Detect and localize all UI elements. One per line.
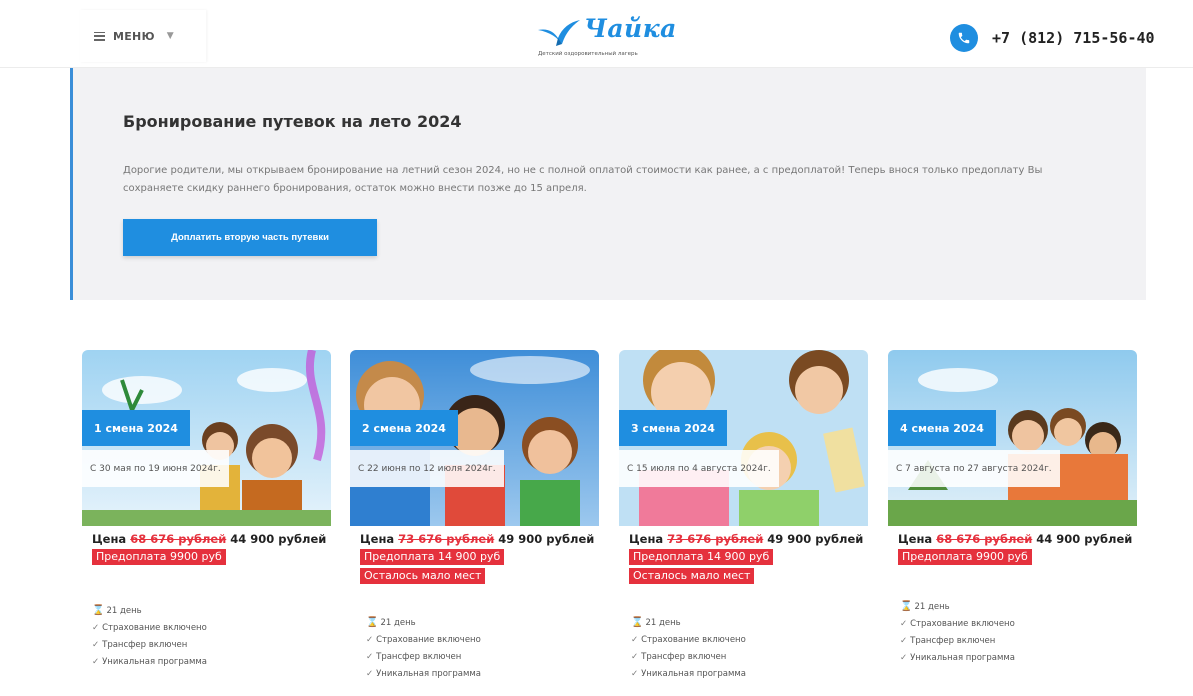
hourglass-icon: ⌛ bbox=[900, 601, 913, 612]
seagull-icon bbox=[538, 20, 580, 46]
old-price: 68 676 рублей bbox=[936, 532, 1033, 546]
new-price: 44 900 рублей bbox=[230, 532, 327, 546]
price-line: Цена 68 676 рублей 44 900 рублей bbox=[92, 532, 327, 546]
new-price: 49 900 рублей bbox=[498, 532, 595, 546]
phone-contact[interactable]: +7 (812) 715-56-40 bbox=[950, 24, 1155, 52]
feature-item: ✓ Страхование включено bbox=[366, 635, 481, 645]
shift-label: 3 смена 2024 bbox=[619, 410, 727, 446]
shift-label: 4 смена 2024 bbox=[888, 410, 996, 446]
check-icon: ✓ bbox=[900, 636, 908, 646]
prepayment-badge: Предоплата 9900 руб bbox=[898, 549, 1032, 565]
check-icon: ✓ bbox=[900, 653, 908, 663]
check-icon: ✓ bbox=[366, 669, 374, 679]
features-list: ⌛ 21 день ✓ Страхование включено ✓ Трансфер… bbox=[92, 602, 207, 671]
shift-dates: С 22 июня по 12 июля 2024г. bbox=[350, 450, 504, 487]
menu-button[interactable]: МЕНЮ ▼ bbox=[80, 10, 206, 62]
card-photo: 4 смена 2024 С 7 августа по 27 августа 2… bbox=[888, 350, 1137, 526]
hourglass-icon: ⌛ bbox=[631, 617, 644, 628]
check-icon: ✓ bbox=[631, 652, 639, 662]
phone-number[interactable]: +7 (812) 715-56-40 bbox=[992, 29, 1155, 47]
old-price: 73 676 рублей bbox=[398, 532, 495, 546]
shift-dates: С 7 августа по 27 августа 2024г. bbox=[888, 450, 1060, 487]
feature-item: ✓ Уникальная программа bbox=[366, 669, 482, 679]
feature-item: ✓ Страхование включено bbox=[900, 619, 1015, 629]
price-line: Цена 73 676 рублей 49 900 рублей bbox=[360, 532, 595, 546]
feature-item: ✓ Трансфер включен bbox=[900, 636, 996, 646]
price-line: Цена 68 676 рублей 44 900 рублей bbox=[898, 532, 1133, 546]
check-icon: ✓ bbox=[631, 669, 639, 679]
prepayment-badge: Предоплата 14 900 руб bbox=[629, 549, 774, 565]
feature-item: ✓ Уникальная программа bbox=[92, 657, 208, 667]
logo[interactable]: Чайка Детский оздоровительный лагерь bbox=[536, 14, 684, 58]
shift-card-2[interactable]: 2 смена 2024 С 22 июня по 12 июля 2024г.… bbox=[350, 350, 599, 679]
card-photo: 2 смена 2024 С 22 июня по 12 июля 2024г. bbox=[350, 350, 599, 526]
shift-label: 2 смена 2024 bbox=[350, 410, 458, 446]
features-list: ⌛ 21 день ✓ Страхование включено ✓ Трансфер… bbox=[366, 614, 481, 683]
price-label: Цена bbox=[92, 532, 127, 546]
pay-second-part-button[interactable]: Доплатить вторую часть путевки bbox=[123, 219, 377, 256]
feature-duration: ⌛ 21 день bbox=[900, 601, 950, 612]
shift-card-3[interactable]: 3 смена 2024 С 15 июля по 4 августа 2024… bbox=[619, 350, 868, 679]
features-list: ⌛ 21 день ✓ Страхование включено ✓ Трансфер… bbox=[900, 598, 1015, 667]
check-icon: ✓ bbox=[366, 652, 374, 662]
hamburger-icon bbox=[94, 31, 105, 41]
feature-item: ✓ Уникальная программа bbox=[900, 653, 1016, 663]
banner-title: Бронирование путевок на лето 2024 bbox=[123, 112, 462, 131]
feature-item: ✓ Трансфер включен bbox=[366, 652, 462, 662]
few-places-badge: Осталось мало мест bbox=[629, 568, 755, 584]
phone-icon bbox=[950, 24, 978, 52]
check-icon: ✓ bbox=[900, 619, 908, 629]
logo-name: Чайка bbox=[584, 14, 677, 43]
check-icon: ✓ bbox=[631, 635, 639, 645]
shift-dates: С 15 июля по 4 августа 2024г. bbox=[619, 450, 779, 487]
site-header: МЕНЮ ▼ Чайка Детский оздоровительный лаг… bbox=[0, 0, 1193, 68]
price-line: Цена 73 676 рублей 49 900 рублей bbox=[629, 532, 864, 546]
check-icon: ✓ bbox=[92, 623, 100, 633]
card-photo: 3 смена 2024 С 15 июля по 4 августа 2024… bbox=[619, 350, 868, 526]
new-price: 44 900 рублей bbox=[1036, 532, 1133, 546]
shift-card-4[interactable]: 4 смена 2024 С 7 августа по 27 августа 2… bbox=[888, 350, 1137, 663]
price-block: Цена 73 676 рублей 49 900 рублей Предопл… bbox=[350, 526, 599, 599]
feature-item: ✓ Трансфер включен bbox=[92, 640, 188, 650]
feature-item: ✓ Уникальная программа bbox=[631, 669, 747, 679]
check-icon: ✓ bbox=[366, 635, 374, 645]
feature-duration: ⌛ 21 день bbox=[366, 617, 416, 628]
shift-dates: С 30 мая по 19 июня 2024г. bbox=[82, 450, 229, 487]
check-icon: ✓ bbox=[92, 640, 100, 650]
features-list: ⌛ 21 день ✓ Страхование включено ✓ Трансфер… bbox=[631, 614, 746, 683]
feature-duration: ⌛ 21 день bbox=[92, 605, 142, 616]
price-label: Цена bbox=[360, 532, 395, 546]
hourglass-icon: ⌛ bbox=[366, 617, 379, 628]
banner-text: Дорогие родители, мы открываем бронирова… bbox=[123, 165, 1043, 194]
badges: Предоплата 14 900 руб Осталось мало мест bbox=[360, 547, 593, 584]
badges: Предоплата 9900 руб bbox=[92, 547, 325, 565]
hourglass-icon: ⌛ bbox=[92, 605, 105, 616]
old-price: 68 676 рублей bbox=[130, 532, 227, 546]
prepayment-badge: Предоплата 14 900 руб bbox=[360, 549, 505, 565]
price-label: Цена bbox=[629, 532, 664, 546]
card-photo: 1 смена 2024 С 30 мая по 19 июня 2024г. bbox=[82, 350, 331, 526]
shift-card-1[interactable]: 1 смена 2024 С 30 мая по 19 июня 2024г. … bbox=[82, 350, 331, 667]
price-label: Цена bbox=[898, 532, 933, 546]
menu-label: МЕНЮ bbox=[113, 29, 155, 43]
price-block: Цена 68 676 рублей 44 900 рублей Предопл… bbox=[82, 526, 331, 599]
check-icon: ✓ bbox=[92, 657, 100, 667]
feature-item: ✓ Страхование включено bbox=[92, 623, 207, 633]
shift-label: 1 смена 2024 bbox=[82, 410, 190, 446]
badges: Предоплата 9900 руб bbox=[898, 547, 1131, 565]
feature-item: ✓ Страхование включено bbox=[631, 635, 746, 645]
feature-duration: ⌛ 21 день bbox=[631, 617, 681, 628]
badges: Предоплата 14 900 руб Осталось мало мест bbox=[629, 547, 862, 584]
few-places-badge: Осталось мало мест bbox=[360, 568, 486, 584]
price-block: Цена 68 676 рублей 44 900 рублей Предопл… bbox=[888, 526, 1137, 599]
old-price: 73 676 рублей bbox=[667, 532, 764, 546]
feature-item: ✓ Трансфер включен bbox=[631, 652, 727, 662]
price-block: Цена 73 676 рублей 49 900 рублей Предопл… bbox=[619, 526, 868, 599]
chevron-down-icon: ▼ bbox=[166, 31, 174, 41]
new-price: 49 900 рублей bbox=[767, 532, 864, 546]
prepayment-badge: Предоплата 9900 руб bbox=[92, 549, 226, 565]
booking-banner: Бронирование путевок на лето 2024 Дороги… bbox=[70, 68, 1146, 300]
logo-subtitle: Детский оздоровительный лагерь bbox=[538, 51, 638, 57]
